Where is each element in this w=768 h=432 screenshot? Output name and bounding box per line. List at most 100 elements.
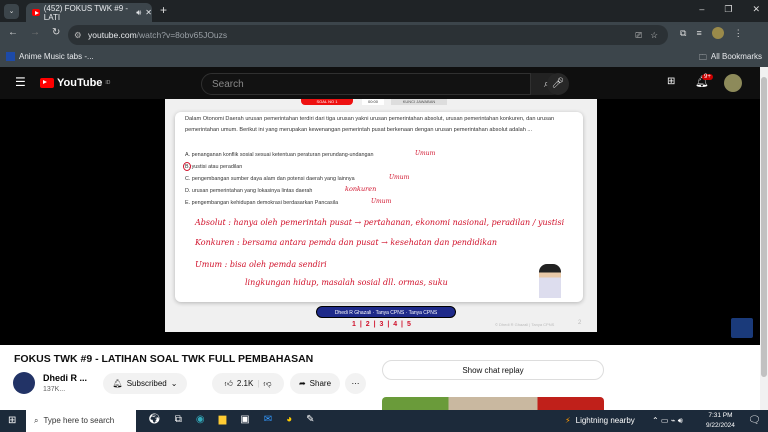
media-icon[interactable]: ≡ bbox=[696, 28, 701, 38]
hamburger-menu-icon[interactable]: ☰ bbox=[15, 75, 26, 89]
page-scrollbar[interactable] bbox=[760, 67, 768, 410]
logo-country: ID bbox=[105, 80, 111, 86]
option-e: E. pengembangan kehidupan demokrasi berd… bbox=[185, 200, 339, 206]
reload-icon[interactable]: ↻ bbox=[52, 27, 60, 38]
url-path: /watch?v=8obv65JOuzs bbox=[136, 30, 228, 40]
share-button[interactable]: ➦ Share bbox=[290, 373, 340, 394]
slide-tab-question: SOAL NO 1 bbox=[301, 99, 353, 105]
option-d: D. urusan pemerintahan yang lokasinya li… bbox=[185, 188, 313, 194]
slide-tab-timer: 00:00 bbox=[362, 99, 384, 105]
address-bar[interactable]: ⚙ youtube.com/watch?v=8obv65JOuzs ⎚ ☆ bbox=[68, 25, 668, 45]
subscribed-label: Subscribed bbox=[126, 379, 167, 388]
tab-strip: ⌄ (452) FOKUS TWK #9 - LATI 🔊︎ ✕ + – ❐ ✕ bbox=[0, 0, 768, 22]
recommended-thumbnail[interactable] bbox=[382, 397, 604, 410]
widget-icon[interactable]: 🌍︎ bbox=[148, 414, 161, 425]
menu-icon[interactable]: ⋮ bbox=[734, 28, 743, 39]
bookmark-favicon-icon bbox=[6, 52, 15, 61]
back-icon[interactable]: ← bbox=[8, 27, 18, 38]
start-button[interactable]: ⊞ bbox=[8, 415, 16, 426]
social-youtube: Dhedi R Ghazali bbox=[334, 310, 372, 316]
search-icon: ⌕ bbox=[34, 416, 39, 425]
handwriting-line: Umum : bisa oleh pemda sendiri bbox=[195, 260, 327, 269]
subscribed-button[interactable]: 🔔︎ Subscribed ⌄ bbox=[103, 373, 187, 394]
task-view-icon[interactable]: ⧉ bbox=[175, 414, 182, 425]
window-controls: – ❐ ✕ bbox=[699, 4, 760, 15]
paint-icon[interactable]: ✎ bbox=[306, 414, 314, 425]
question-text: Dalam Otonomi Daerah urusan pemerintahan… bbox=[185, 116, 555, 133]
note-a: Umum bbox=[415, 150, 436, 157]
clock-date: 9/22/2024 bbox=[706, 422, 735, 429]
create-icon[interactable]: ⊞ bbox=[667, 76, 675, 87]
search-input[interactable]: Search bbox=[201, 73, 531, 95]
question-card: Dalam Otonomi Daerah urusan pemerintahan… bbox=[175, 112, 583, 302]
extensions-icon[interactable]: ⧉ bbox=[680, 28, 686, 39]
weather-label: Lightning nearby bbox=[575, 416, 635, 425]
folder-icon: 🗀︎ bbox=[698, 53, 707, 62]
lightning-icon: ⚡︎ bbox=[565, 416, 571, 425]
minimize-icon[interactable]: – bbox=[699, 4, 704, 15]
edge-icon[interactable]: ◉ bbox=[196, 414, 205, 425]
audio-icon: 🔊︎ bbox=[136, 7, 142, 17]
mail-icon[interactable]: ✉ bbox=[264, 414, 272, 425]
taskbar-search-label: Type here to search bbox=[43, 416, 115, 425]
windows-taskbar: ⊞ ⌕ Type here to search 🌍︎ ⧉ ◉ ▆ ▣ ✉ ◕ ✎ ⚡︎ Light… bbox=[0, 410, 768, 432]
bookmark-item[interactable]: Anime Music tabs -... bbox=[6, 52, 94, 61]
weather-widget[interactable]: ⚡︎ Lightning nearby bbox=[565, 416, 635, 425]
youtube-logo[interactable]: YouTube ID bbox=[40, 77, 110, 89]
all-bookmarks[interactable]: 🗀︎ All Bookmarks bbox=[699, 52, 762, 66]
user-avatar[interactable] bbox=[724, 74, 742, 92]
logo-text: YouTube bbox=[57, 77, 103, 89]
like-icon: 👍︎ bbox=[224, 378, 233, 388]
note-c: Umum bbox=[389, 174, 410, 181]
video-title: FOKUS TWK #9 - LATIHAN SOAL TWK FULL PEM… bbox=[14, 353, 314, 365]
slide-watermark: © Dhedi R Ghazali | Tanya CPNS bbox=[495, 322, 555, 327]
store-icon[interactable]: ▣ bbox=[240, 414, 249, 425]
url-host: youtube.com bbox=[88, 30, 137, 40]
more-actions-button[interactable]: ⋯ bbox=[345, 373, 366, 394]
social-bar: Dhedi R Ghazali · Tanya CPNS · Tanya CPN… bbox=[316, 306, 456, 318]
youtube-favicon-icon bbox=[32, 9, 40, 16]
notification-center-icon[interactable]: 🗨︎ bbox=[748, 415, 761, 426]
channel-avatar[interactable] bbox=[13, 372, 35, 394]
bookmark-label: Anime Music tabs -... bbox=[19, 52, 94, 61]
site-info-icon[interactable]: ⚙ bbox=[74, 30, 82, 41]
chrome-icon[interactable]: ◕ bbox=[286, 414, 292, 425]
clock[interactable]: 7:31 PM 9/22/2024 bbox=[706, 411, 735, 431]
bookmark-star-icon[interactable]: ☆ bbox=[650, 30, 658, 41]
right-toolbar-icons: ⧉ ≡ ⋮ bbox=[680, 27, 743, 39]
chevron-down-icon: ⌄ bbox=[170, 379, 178, 388]
tab-search-button[interactable]: ⌄ bbox=[4, 4, 19, 19]
close-tab-icon[interactable]: ✕ bbox=[145, 8, 152, 17]
channel-name[interactable]: Dhedi R ... bbox=[43, 373, 87, 383]
clock-time: 7:31 PM bbox=[708, 412, 733, 419]
handwriting-line: lingkungan hidup, masalah sosial dll. or… bbox=[245, 278, 448, 287]
taskbar-search[interactable]: ⌕ Type here to search bbox=[26, 410, 136, 432]
show-chat-replay-button[interactable]: Show chat replay bbox=[382, 360, 604, 380]
option-b: B. yustisi atau peradilan bbox=[185, 164, 243, 170]
social-tiktok: Tanya CPNS bbox=[408, 310, 438, 316]
forward-icon[interactable]: → bbox=[30, 27, 40, 38]
pinned-apps: 🌍︎ ⧉ ◉ ▆ ▣ ✉ ◕ ✎ bbox=[148, 414, 315, 425]
share-label: Share bbox=[309, 379, 332, 388]
tray-icons[interactable]: ⌃ ▭ ⌁ 🔊︎ bbox=[652, 416, 683, 426]
social-instagram: Tanya CPNS bbox=[375, 310, 405, 316]
page-indicator: 1 | 2 | 3 | 4 | 5 bbox=[352, 321, 412, 328]
like-button[interactable]: 👍︎ 2.1K | 👎︎ bbox=[212, 373, 284, 394]
restore-icon[interactable]: ❐ bbox=[724, 4, 732, 15]
profile-avatar[interactable] bbox=[711, 27, 724, 39]
install-icon[interactable]: ⎚ bbox=[635, 30, 642, 41]
voice-search-button[interactable]: 🎤︎ bbox=[547, 73, 569, 95]
note-d: konkuren bbox=[345, 185, 377, 193]
browser-tab[interactable]: (452) FOKUS TWK #9 - LATI 🔊︎ ✕ bbox=[26, 3, 152, 22]
option-a: A. penanganan konflik sosial sesuai kete… bbox=[185, 152, 374, 158]
handwriting-line: Absolut : hanya oleh pemerintah pusat → … bbox=[195, 218, 565, 227]
new-tab-button[interactable]: + bbox=[160, 3, 167, 17]
close-window-icon[interactable]: ✕ bbox=[752, 4, 760, 15]
slide-tab-answer: KUNCI JAWABAN bbox=[391, 99, 447, 105]
tab-title: (452) FOKUS TWK #9 - LATI bbox=[43, 3, 129, 22]
bookmarks-bar: Anime Music tabs -... 🗀︎ All Bookmarks bbox=[0, 48, 768, 67]
channel-watermark-logo[interactable] bbox=[731, 318, 753, 338]
file-explorer-icon[interactable]: ▆ bbox=[219, 414, 227, 425]
notification-badge: 9+ bbox=[702, 74, 713, 80]
dislike-icon[interactable]: 👎︎ bbox=[263, 379, 271, 389]
